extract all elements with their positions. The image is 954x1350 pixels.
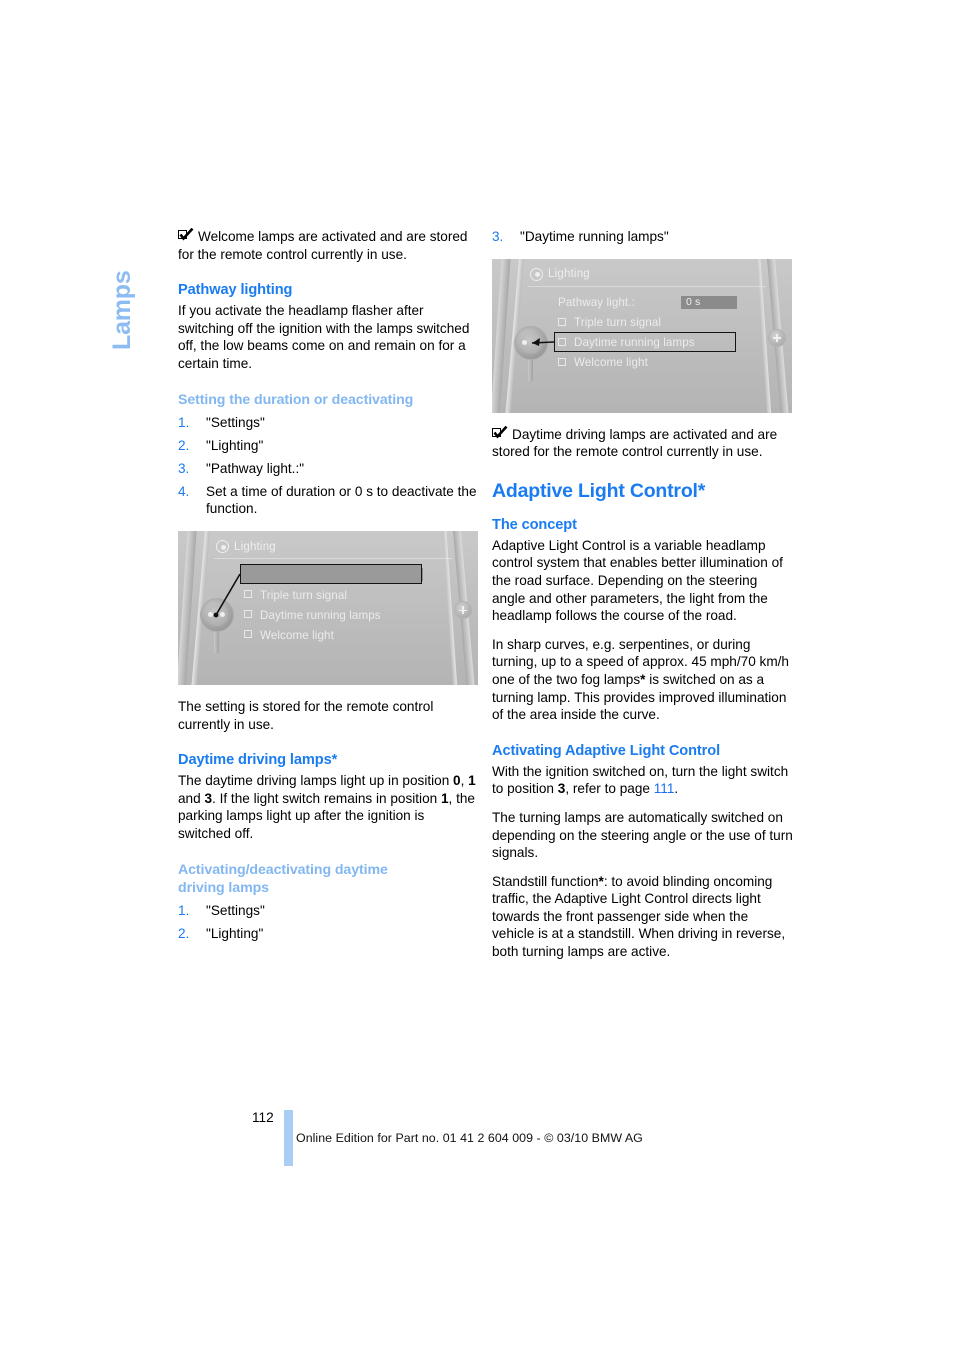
step-text: "Daytime running lamps" bbox=[520, 229, 669, 244]
step-number: 2. bbox=[178, 925, 190, 941]
page-number: 112 bbox=[252, 1110, 274, 1125]
activating-alc-paragraph-1: With the ignition switched on, turn the … bbox=[492, 763, 789, 797]
step-text: "Lighting" bbox=[206, 437, 264, 453]
heading-setting-duration: Setting the duration or deactivating bbox=[178, 391, 414, 408]
list-item: 3. "Pathway light.:" bbox=[178, 460, 480, 478]
list-item: 1. "Settings" bbox=[178, 414, 480, 432]
note-welcome-lamps: Welcome lamps are activated and are stor… bbox=[178, 228, 480, 263]
list-item: 4. Set a time of duration or 0 s to deact… bbox=[178, 483, 480, 518]
step-text: "Lighting" bbox=[206, 925, 264, 941]
step-number: 3. bbox=[492, 229, 504, 244]
chapter-tab-label: Lamps bbox=[108, 270, 136, 350]
chapter-tab: Lamps bbox=[108, 228, 148, 358]
step-number: 4. bbox=[178, 483, 190, 499]
heading-daytime-driving-lamps: Daytime driving lamps* bbox=[178, 752, 338, 769]
list-item: 1. "Settings" bbox=[178, 902, 480, 920]
step-number: 1. bbox=[178, 902, 190, 918]
note-daytime-driving-lamps: Daytime driving lamps are activated and … bbox=[492, 425, 794, 461]
step-text: "Settings" bbox=[206, 414, 265, 430]
heading-adaptive-light-control: Adaptive Light Control* bbox=[492, 479, 706, 502]
idrive-screenshot-pathway-light: Lighting Pathway light.: 0 s Triple turn… bbox=[178, 531, 478, 686]
heading-activating-daytime-l2: driving lamps bbox=[178, 879, 269, 896]
heading-pathway-lighting: Pathway lighting bbox=[178, 282, 293, 299]
heading-the-concept: The concept bbox=[492, 516, 577, 533]
heading-activating-daytime-l1: Activating/deactivating daytime bbox=[178, 861, 388, 878]
note-welcome-lamps-text: Welcome lamps are activated and are stor… bbox=[178, 229, 468, 262]
heading-activating-alc: Activating Adaptive Light Control bbox=[492, 742, 721, 759]
manual-page: Lamps Welcome lamps are activated and ar… bbox=[0, 0, 954, 1350]
activating-alc-paragraph-3: Standstill function*: to avoid blinding … bbox=[492, 873, 786, 960]
checkmark-box-icon bbox=[178, 228, 196, 242]
step-text: "Pathway light.:" bbox=[206, 460, 305, 476]
callout-leader-line bbox=[531, 337, 555, 346]
activating-daytime-steps: 1. "Settings" 2. "Lighting" bbox=[178, 902, 480, 943]
list-item: 3. "Daytime running lamps" bbox=[492, 228, 794, 246]
step-number: 2. bbox=[178, 437, 190, 453]
margin-accent-bar bbox=[284, 1110, 293, 1166]
callout-leader-line bbox=[213, 573, 241, 618]
check-glyph bbox=[493, 425, 508, 439]
step-number: 3. bbox=[178, 460, 190, 476]
note-daytime-text: Daytime driving lamps are activated and … bbox=[492, 426, 778, 460]
check-glyph bbox=[179, 228, 194, 241]
daytime-driving-lamps-body: The daytime driving lamps light up in po… bbox=[178, 773, 476, 841]
caption-setting-stored: The setting is stored for the remote con… bbox=[178, 699, 434, 732]
right-column: 3. "Daytime running lamps" Lighting Pathw… bbox=[492, 228, 794, 961]
idrive-screenshot-daytime-running-lamps: Lighting Pathway light.: 0 s Triple turn… bbox=[492, 258, 792, 413]
list-item: 2. "Lighting" bbox=[178, 437, 480, 455]
page-reference-link[interactable]: 111 bbox=[654, 781, 675, 796]
left-column: Welcome lamps are activated and are stor… bbox=[178, 228, 480, 942]
step-number: 1. bbox=[178, 414, 190, 430]
list-item: 2. "Lighting" bbox=[178, 925, 480, 943]
checkmark-box-icon bbox=[492, 425, 510, 440]
step-text: "Settings" bbox=[206, 902, 265, 918]
activating-alc-paragraph-2: The turning lamps are automatically swit… bbox=[492, 809, 793, 861]
pathway-lighting-body: If you activate the headlamp flasher aft… bbox=[178, 303, 470, 371]
step-text: Set a time of duration or 0 s to deactiv… bbox=[206, 483, 477, 517]
concept-paragraph-2: In sharp curves, e.g. serpentines, or du… bbox=[492, 636, 789, 723]
setting-duration-steps: 1. "Settings" 2. "Lighting" 3. "Pathway lig… bbox=[178, 414, 480, 518]
footer-edition-text: Online Edition for Part no. 01 41 2 604 … bbox=[296, 1131, 643, 1145]
concept-paragraph-1: Adaptive Light Control is a variable hea… bbox=[492, 537, 783, 624]
continued-steps: 3. "Daytime running lamps" bbox=[492, 228, 794, 246]
